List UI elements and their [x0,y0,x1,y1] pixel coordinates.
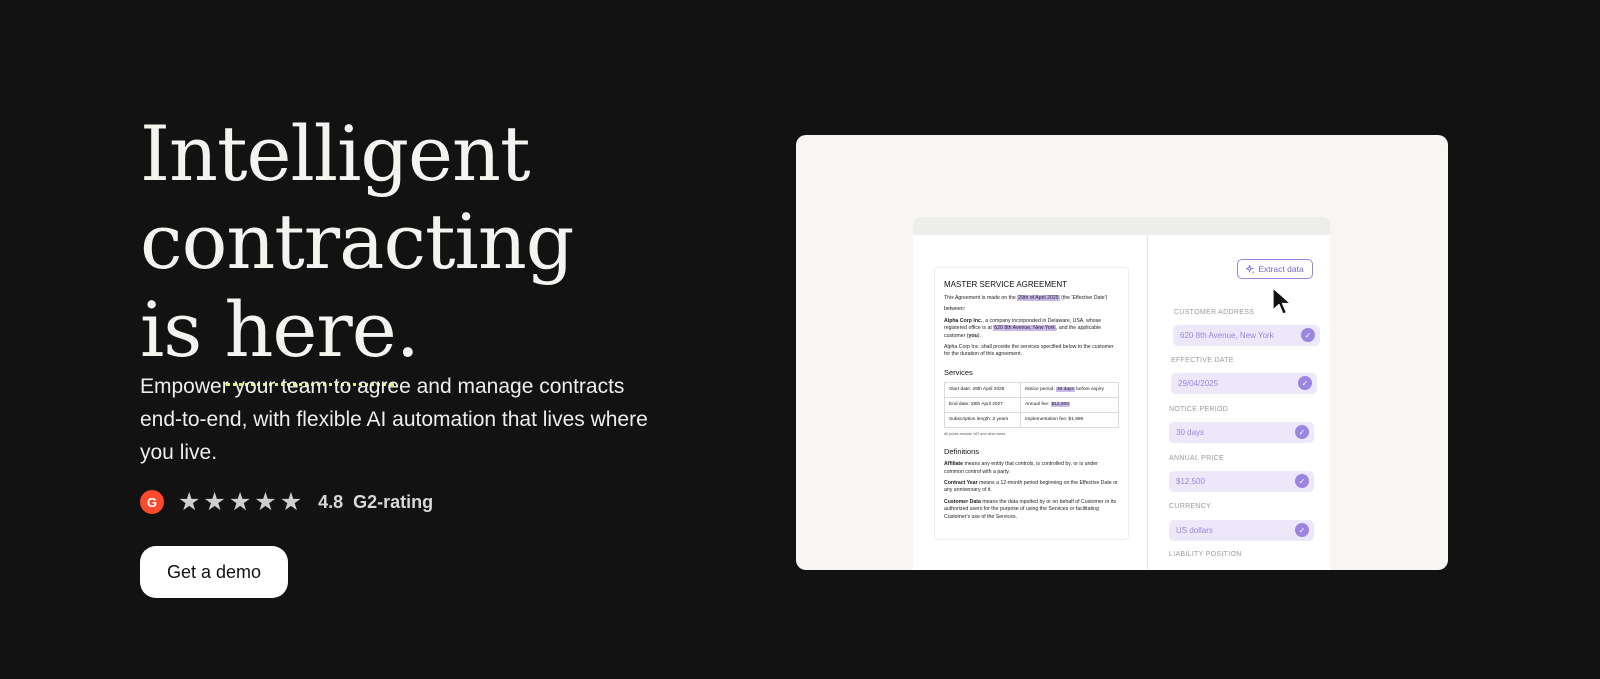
field-value: US dollars [1176,526,1213,535]
check-icon: ✓ [1295,425,1309,439]
field-annual-price[interactable]: $12,500 ✓ [1169,471,1314,492]
window-title-bar [913,217,1330,235]
table-cell: End date: 28th April 2027 [943,396,1022,413]
document-between: between: [944,306,966,313]
check-icon: ✓ [1295,523,1309,537]
field-notice-period[interactable]: 30 days ✓ [1169,422,1314,443]
hero-title-highlight: here [224,285,397,386]
document-parties: Alpha Corp Inc., a company incorporated … [944,318,1119,340]
star-icon: ★ [203,488,226,516]
highlight-effective-date: 29th of April 2025 [1017,295,1060,301]
hero-title: Intelligent contracting is here. [140,109,574,386]
g2-logo-icon: G [140,490,164,514]
highlight-address: 620 8th Avenue, New York [993,325,1056,332]
field-value: 29/04/2025 [1178,379,1219,388]
extraction-pane: Extract data CUSTOMER ADDRESS 620 8th Av… [1149,235,1330,570]
party-you: you [968,332,978,339]
table-cell: Implementation fee: $1,999 [1020,411,1119,428]
field-label-currency: CURRENCY [1169,503,1212,510]
check-icon: ✓ [1298,376,1312,390]
field-value: $12,500 [1176,477,1205,486]
services-table: Start date: 29th April 2025 Notice perio… [943,381,1119,428]
services-heading: Services [944,367,973,377]
hero-title-prefix: is [140,285,225,374]
table-cell: Start date: 29th April 2025 [943,381,1022,398]
get-a-demo-button[interactable]: Get a demo [140,546,288,598]
field-label-notice-period: NOTICE PERIOD [1169,406,1229,413]
rating-stars: ★ ★ ★ ★ ★ [178,488,303,516]
document-intro: This Agreement is made on the 29th of Ap… [944,295,1119,302]
notice-label: Notice period: [1025,387,1056,393]
rating-label: G2-rating [353,491,434,512]
field-customer-address[interactable]: 620 8th Avenue, New York ✓ [1173,325,1320,346]
hero-title-line-1: Intelligent [140,109,531,198]
table-row: Start date: 29th April 2025 Notice perio… [943,381,1119,398]
highlight-annual-fee: $12,500 [1050,402,1071,408]
hero-title-line-3: is here. [140,285,573,386]
app-window: MASTER SERVICE AGREEMENT This Agreement … [913,217,1330,570]
services-intro: Alpha Corp Inc. shall provide the servic… [944,344,1114,358]
document-pane: MASTER SERVICE AGREEMENT This Agreement … [913,235,1148,570]
table-row: Subscription length: 2 years Implementat… [943,411,1119,428]
intro-text: This Agreement is made on the [944,295,1018,301]
party-name: Alpha Corp Inc. [944,317,983,324]
hero-title-suffix: . [395,285,420,374]
contract-document: MASTER SERVICE AGREEMENT This Agreement … [934,267,1129,540]
hero-title-highlight-text: here [224,285,396,374]
field-label-customer-address: CUSTOMER ADDRESS [1174,309,1255,316]
rating-value: 4.8 [318,491,344,512]
table-cell: Subscription length: 2 years [943,411,1022,428]
product-preview-card: MASTER SERVICE AGREEMENT This Agreement … [796,135,1448,570]
intro-text-end: (the 'Effective Date') [1059,295,1108,301]
g2-rating: G ★ ★ ★ ★ ★ 4.8 G2-rating [140,488,434,516]
hero-title-line-2: contracting [140,197,574,286]
mouse-cursor-icon [1272,287,1292,315]
field-value: 620 8th Avenue, New York [1180,331,1274,340]
definition-customer-data: Customer Data means the data inputted by… [944,499,1119,521]
star-icon: ★ [228,488,252,516]
extract-data-button[interactable]: Extract data [1237,259,1313,279]
definition-text: means any entity that controls, is contr… [944,461,1098,475]
star-icon: ★ [254,488,277,516]
definition-affiliate: Affiliate means any entity that controls… [944,461,1119,476]
field-label-liability-position: LIABILITY POSITION [1169,551,1242,558]
extract-data-label: Extract data [1258,264,1304,274]
field-value: 30 days [1176,428,1205,437]
star-icon: ★ [279,488,303,516]
definition-contract-year: Contract Year means a 12-month period be… [944,480,1119,495]
party-text-end: ). [977,332,981,339]
sparkle-icon [1246,264,1255,274]
field-effective-date[interactable]: 29/04/2025 ✓ [1171,373,1317,394]
document-title: MASTER SERVICE AGREEMENT [944,280,1067,289]
definition-term: Customer Data [944,498,981,505]
check-icon: ✓ [1301,328,1315,342]
table-row: End date: 28th April 2027 Annual fee: $1… [943,396,1119,413]
table-cell: Notice period: 30 days before expiry [1020,381,1119,398]
hero-subtitle: Empower your team to agree and manage co… [140,375,648,464]
field-currency[interactable]: US dollars ✓ [1169,520,1314,541]
table-cell: Annual fee: $12,500 [1020,396,1119,413]
definitions-heading: Definitions [944,447,980,457]
definition-term: Contract Year [944,480,978,487]
field-label-effective-date: EFFECTIVE DATE [1171,357,1234,364]
check-icon: ✓ [1295,474,1309,488]
definition-term: Affiliate [944,461,964,468]
star-icon: ★ [178,488,201,516]
highlight-notice-period: 30 days [1056,387,1075,393]
vat-note: All prices exclude VAT and other taxes. [944,431,1007,436]
field-label-annual-price: ANNUAL PRICE [1169,455,1225,462]
notice-suffix: before expiry [1074,387,1104,393]
annual-label: Annual fee: [1025,402,1051,408]
